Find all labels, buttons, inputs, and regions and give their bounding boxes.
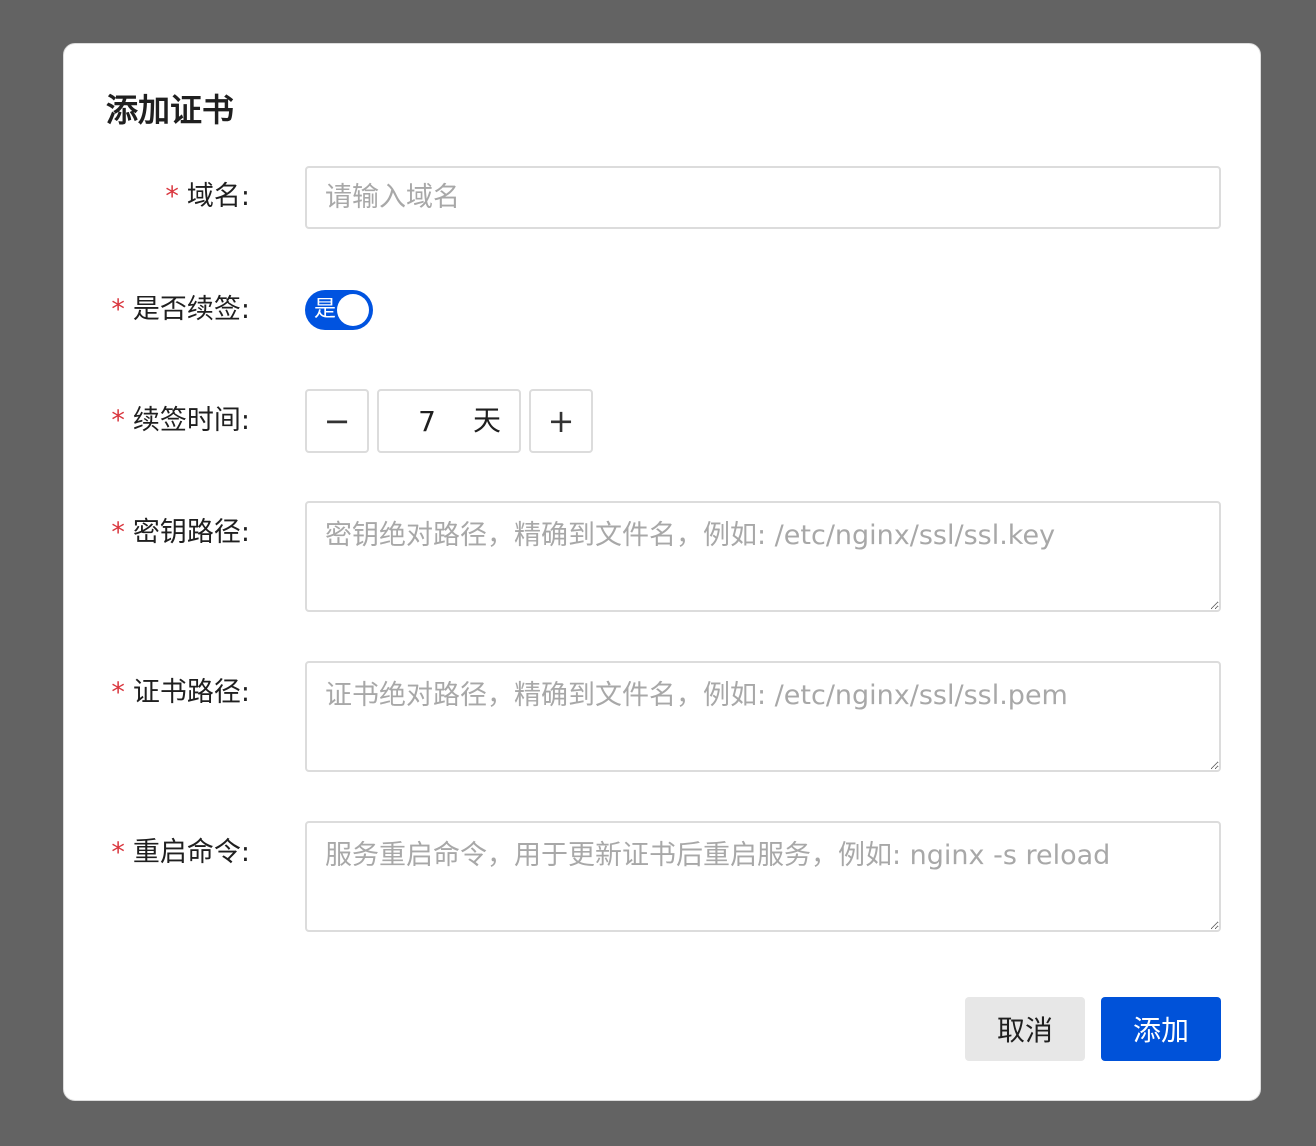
auto-renew-toggle[interactable]: 是 xyxy=(305,290,373,330)
auto-renew-label-text: 是否续签: xyxy=(132,294,250,325)
restart-cmd-label-text: 重启命令: xyxy=(132,837,250,868)
restart-cmd-textarea[interactable] xyxy=(305,821,1221,932)
domain-label: * 域名: xyxy=(165,177,250,217)
key-path-textarea[interactable] xyxy=(305,501,1221,612)
toggle-on-text: 是 xyxy=(314,297,337,322)
cert-path-textarea[interactable] xyxy=(305,661,1221,772)
renew-days-label: * 续签时间: xyxy=(111,401,250,441)
renew-days-field: 天 xyxy=(377,389,521,453)
minus-icon: − xyxy=(323,402,351,440)
renew-days-unit: 天 xyxy=(472,404,501,437)
restart-cmd-label: * 重启命令: xyxy=(111,833,250,873)
cert-path-label: * 证书路径: xyxy=(111,673,250,713)
required-mark: * xyxy=(111,294,125,325)
cert-path-label-text: 证书路径: xyxy=(132,677,250,708)
required-mark: * xyxy=(111,837,125,868)
plus-icon: + xyxy=(547,402,575,440)
required-mark: * xyxy=(111,677,125,708)
domain-label-text: 域名: xyxy=(186,181,250,212)
renew-days-label-text: 续签时间: xyxy=(132,405,250,436)
auto-renew-label: * 是否续签: xyxy=(111,290,250,330)
toggle-knob xyxy=(337,294,369,326)
key-path-label: * 密钥路径: xyxy=(111,513,250,553)
key-path-label-text: 密钥路径: xyxy=(132,517,250,548)
required-mark: * xyxy=(111,405,125,436)
required-mark: * xyxy=(165,181,179,212)
add-button[interactable]: 添加 xyxy=(1101,997,1221,1061)
required-mark: * xyxy=(111,517,125,548)
add-certificate-dialog: 添加证书 *域名: *是否续签: 是 *续签时间: − 天 + *密钥路径: *… xyxy=(63,43,1261,1101)
decrement-button[interactable]: − xyxy=(305,389,369,453)
dialog-title: 添加证书 xyxy=(106,91,235,129)
renew-days-input[interactable] xyxy=(379,391,475,451)
increment-button[interactable]: + xyxy=(529,389,593,453)
domain-input[interactable] xyxy=(305,166,1221,229)
cancel-button[interactable]: 取消 xyxy=(965,997,1085,1061)
